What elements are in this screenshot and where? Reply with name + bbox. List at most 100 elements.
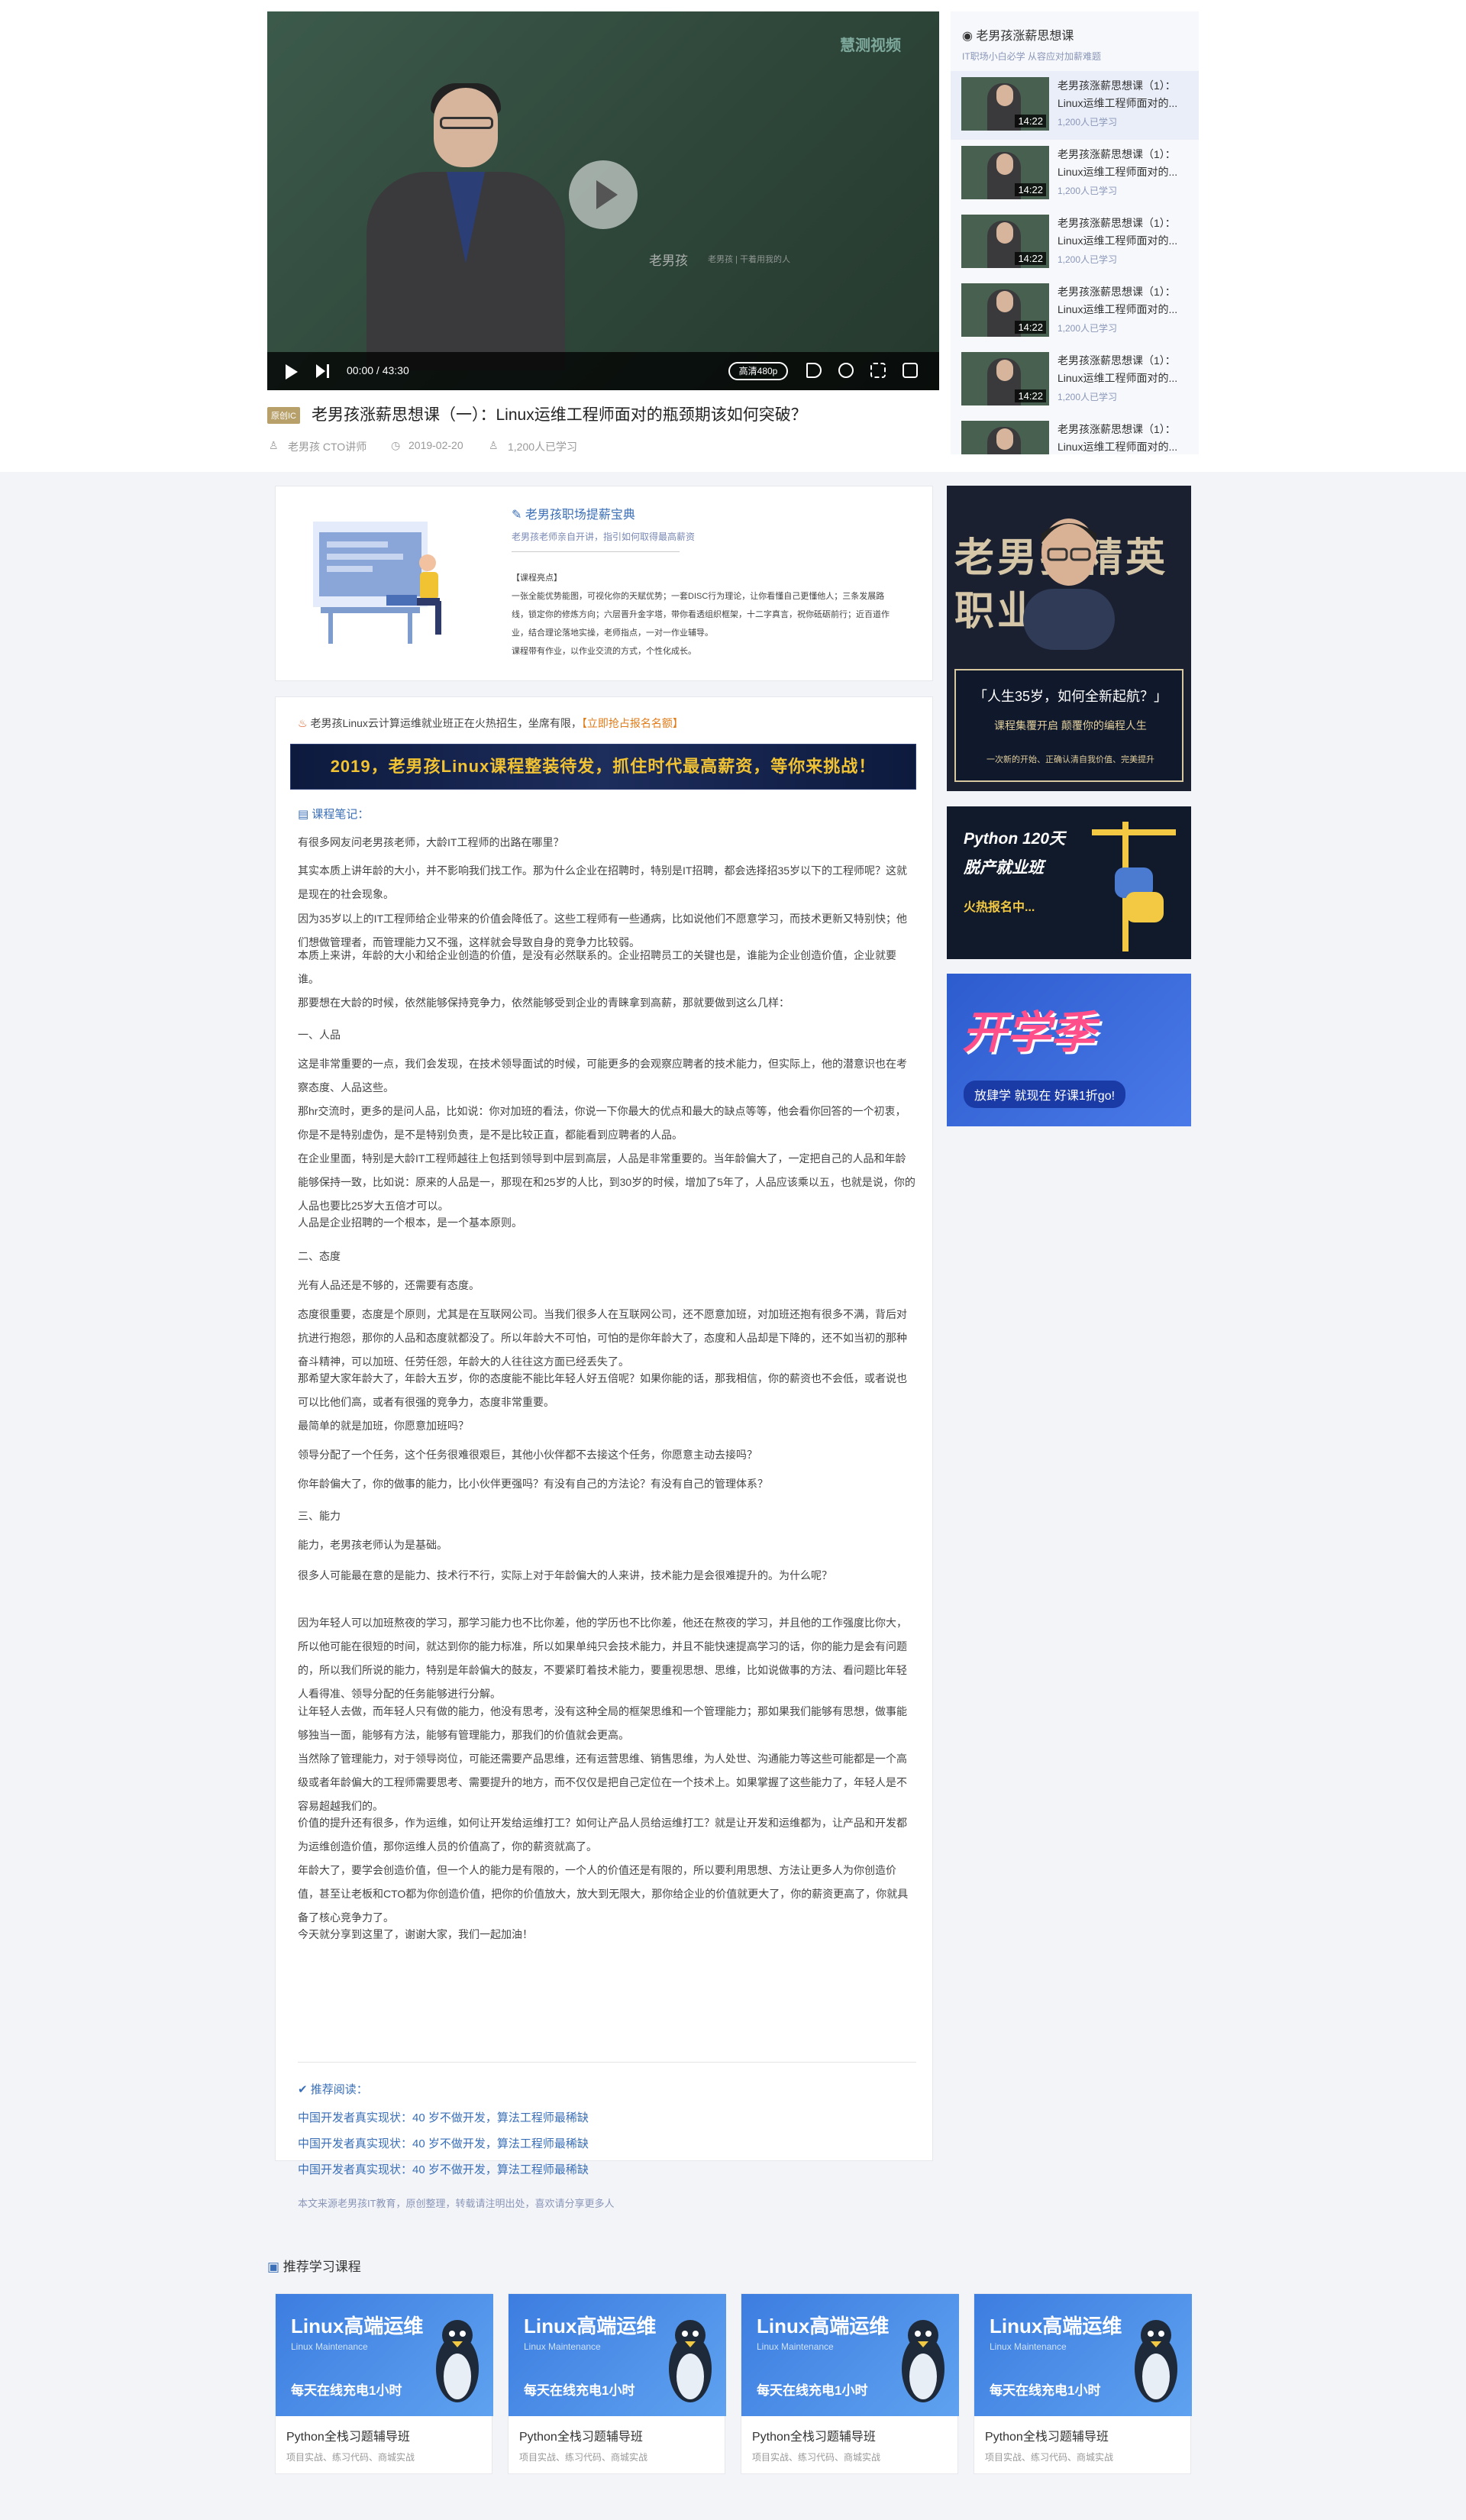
ad1-tagline: 一次新的开始、正确认清自我价值、完美提升 bbox=[986, 755, 1154, 764]
series-highlights: 【课程亮点】 一张全能优势能图，可视化你的天赋优势；一套DISC行为理论，让你看… bbox=[512, 569, 893, 661]
article-paragraph: 二、态度 bbox=[298, 1250, 341, 1262]
article-paragraph: 那希望大家年龄大了，年龄大五岁，你的态度能不能比年轻人好五倍呢？如果你能的话，那… bbox=[298, 1372, 907, 1408]
course-card[interactable]: Linux高端运维 Linux Maintenance 每天在线充电1小时 Pytho… bbox=[741, 2293, 959, 2474]
ad-school-season[interactable]: 开学季 放肆学 就现在 好课1折go! bbox=[947, 974, 1191, 1126]
author-name[interactable]: 老男孩 CTO讲师 bbox=[288, 439, 366, 454]
playlist-item-count: 1,200人已学习 bbox=[1058, 392, 1118, 402]
monitor-icon: ▣ bbox=[267, 2260, 280, 2274]
article-paragraph: 本质上来讲，年龄的大小和给企业创造的价值，是没有必然联系的。企业招聘员工的关键也… bbox=[298, 949, 896, 985]
playlist-item-count: 1,200人已学习 bbox=[1058, 254, 1118, 265]
article-paragraph: 很多人可能最在意的是能力、技术行不行，实际上对于年龄偏大的人来讲，技术能力是会很… bbox=[298, 1569, 832, 1581]
workspace-illustration bbox=[313, 522, 441, 644]
playlist-item-count: 1,200人已学习 bbox=[1058, 117, 1118, 128]
playlist-subtitle: IT职场小白必学 从容应对加薪难题 bbox=[962, 51, 1101, 62]
playlist-item-title: 老男孩涨薪思想课（1）：Linux运维工程师面对的... bbox=[1058, 79, 1178, 109]
article-divider bbox=[298, 2062, 916, 2063]
presenter-image bbox=[366, 65, 565, 370]
course-card[interactable]: Linux高端运维 Linux Maintenance 每天在线充电1小时 Pytho… bbox=[275, 2293, 493, 2474]
recommended-title: ▣ 推荐学习课程 bbox=[267, 2260, 361, 2274]
playlist-thumbnail: 14:22 bbox=[961, 283, 1049, 337]
playlist: ◉ 老男孩涨薪思想课 IT职场小白必学 从容应对加薪难题 14:22 老男孩涨薪思… bbox=[951, 11, 1199, 454]
article-paragraph: 价值的提升还有很多，作为运维，如何让开发给运维打工？如何让产品人员给运维打工？就… bbox=[298, 1817, 907, 1853]
article-paragraph: 人品是企业招聘的一个根本，是一个基本原则。 bbox=[298, 1216, 522, 1229]
playlist-item-title: 老男孩涨薪思想课（1）：Linux运维工程师面对的... bbox=[1058, 354, 1178, 384]
article-paragraph: 态度很重要，态度是个原则，尤其是在互联网公司。当我们很多人在互联网公司，还不愿意… bbox=[298, 1308, 907, 1368]
playlist-item[interactable]: 14:22 老男孩涨薪思想课（1）：Linux运维工程师面对的... 1,200人已… bbox=[951, 277, 1199, 346]
quality-button[interactable]: 高清480p bbox=[728, 362, 788, 380]
playlist-item[interactable]: 14:22 老男孩涨薪思想课（1）：Linux运维工程师面对的... 1,200人已… bbox=[951, 71, 1199, 140]
playlist-item[interactable]: 14:22 老男孩涨薪思想课（1）：Linux运维工程师面对的... 1,200人已… bbox=[951, 140, 1199, 208]
course-banner: Linux高端运维 Linux Maintenance 每天在线充电1小时 bbox=[974, 2294, 1192, 2416]
video-time: 00:00 / 43:30 bbox=[347, 364, 409, 376]
article-paragraph: 能力，老男孩老师认为是基础。 bbox=[298, 1539, 447, 1551]
user-icon: ♙ bbox=[269, 439, 279, 451]
playlist-thumbnail: 14:22 bbox=[961, 146, 1049, 199]
penguin-icon bbox=[436, 2320, 479, 2402]
ad3-heading: 开学季 bbox=[962, 1008, 1096, 1058]
playlist-title: ◉ 老男孩涨薪思想课 bbox=[962, 30, 1074, 43]
ad3-subline: 放肆学 就现在 好课1折go! bbox=[964, 1081, 1126, 1108]
article-paragraph: 那要想在大龄的时候，依然能够保持竞争力，依然能够受到企业的青睐拿到高薪，那就要做… bbox=[298, 997, 790, 1009]
ad-career-course[interactable]: 老男孩精英职业课 「人生35岁，如何全新起航？」 课程集覆开启 颠覆你的编程人生… bbox=[947, 486, 1191, 791]
course-desc: 项目实战、练习代码、商城实战 bbox=[752, 2452, 881, 2463]
ad1-subline: 课程集覆开启 颠覆你的编程人生 bbox=[994, 719, 1147, 732]
promo-banner[interactable]: 2019，老男孩Linux课程整装待发，抓住时代最高薪资，等你来挑战！ bbox=[290, 744, 916, 790]
source-note: 本文来源老男孩IT教育，原创整理，转载请注明出处，喜欢请分享更多人 bbox=[298, 2198, 615, 2209]
penguin-icon bbox=[669, 2320, 712, 2402]
ad-python-bootcamp[interactable]: Python 120天 脱产就业班 火热报名中... bbox=[947, 806, 1191, 959]
playlist-item-count: 1,200人已学习 bbox=[1058, 186, 1118, 196]
penguin-icon bbox=[902, 2320, 945, 2402]
playlist-item[interactable]: 14:22老男孩涨薪思想课（1）：Linux运维工程师面对的...1,200人已… bbox=[951, 415, 1199, 454]
playlist-item-title: 老男孩涨薪思想课（1）：Linux运维工程师面对的... bbox=[1058, 217, 1178, 247]
playlist-item-count: 1,200人已学习 bbox=[1058, 323, 1118, 334]
play-icon[interactable] bbox=[286, 364, 298, 380]
fire-icon: ♨ bbox=[298, 717, 308, 729]
duration-badge: 14:22 bbox=[1015, 252, 1046, 265]
course-name: Python全栈习题辅导班 bbox=[752, 2431, 876, 2444]
article-paragraph: 其实本质上讲年龄的大小，并不影响我们找工作。那为什么企业在招聘时，特别是IT招聘… bbox=[298, 864, 908, 900]
learner-count: 1,200人已学习 bbox=[508, 441, 578, 453]
recommend-link-1[interactable]: 中国开发者真实现状：40 岁不做开发，算法工程师最稀缺 bbox=[298, 2109, 589, 2125]
course-name: Python全栈习题辅导班 bbox=[286, 2431, 410, 2444]
enroll-link[interactable]: 【立即抢占报名名额】 bbox=[582, 717, 683, 729]
recommend-link-2[interactable]: 中国开发者真实现状：40 岁不做开发，算法工程师最稀缺 bbox=[298, 2135, 589, 2151]
duration-badge: 14:22 bbox=[1015, 321, 1046, 334]
series-title[interactable]: ✎ 老男孩职场提薪宝典 bbox=[512, 504, 635, 522]
playlist-item-title: 老男孩涨薪思想课（1）：Linux运维工程师面对的... bbox=[1058, 148, 1178, 178]
article-paragraph: 三、能力 bbox=[298, 1510, 341, 1522]
big-play-icon[interactable] bbox=[569, 160, 638, 229]
original-tag: 原创IC bbox=[267, 407, 300, 424]
people-icon: ♙ bbox=[489, 439, 499, 451]
article-paragraph: 当然除了管理能力，对于领导岗位，可能还需要产品思维，还有运营思维、销售思维，为人… bbox=[298, 1753, 907, 1812]
course-name: Python全栈习题辅导班 bbox=[985, 2431, 1109, 2444]
course-card[interactable]: Linux高端运维 Linux Maintenance 每天在线充电1小时 Pytho… bbox=[508, 2293, 726, 2474]
article-paragraph: 你年龄偏大了，你的做事的能力，比小伙伴更强吗？有没有自己的方法论？有没有自己的管… bbox=[298, 1478, 768, 1490]
video-player[interactable]: 慧测视频 老男孩 老男孩 | 干着用我的人 00:00 / 43:30 高清48… bbox=[267, 11, 939, 390]
course-card[interactable]: Linux高端运维 Linux Maintenance 每天在线充电1小时 Pytho… bbox=[974, 2293, 1192, 2474]
recommend-link-3[interactable]: 中国开发者真实现状：40 岁不做开发，算法工程师最稀缺 bbox=[298, 2161, 589, 2177]
highlight-label: 【课程亮点】 bbox=[512, 573, 562, 583]
playlist-item-title: 老男孩涨薪思想课（1）：Linux运维工程师面对的... bbox=[1058, 286, 1178, 315]
next-icon[interactable] bbox=[316, 364, 325, 378]
article-paragraph: 最简单的就是加班，你愿意加班吗？ bbox=[298, 1420, 469, 1432]
course-banner: Linux高端运维 Linux Maintenance 每天在线充电1小时 bbox=[741, 2294, 959, 2416]
course-desc: 项目实战、练习代码、商城实战 bbox=[519, 2452, 648, 2463]
publish-date: 2019-02-20 bbox=[408, 439, 463, 451]
page-title: 老男孩涨薪思想课（一）：Linux运维工程师面对的瓶颈期该如何突破？ bbox=[312, 406, 807, 424]
volume-icon[interactable] bbox=[806, 363, 822, 378]
article-paragraph: 这是非常重要的一点，我们会发现，在技术领导面试的时候，可能更多的会观察应聘者的技… bbox=[298, 1058, 907, 1094]
duration-badge: 14:22 bbox=[1015, 115, 1046, 128]
settings-icon[interactable] bbox=[838, 363, 854, 378]
article-paragraph: 因为年轻人可以加班熬夜的学习，那学习能力也不比你差，他的学历也不比你差，他还在熬… bbox=[298, 1617, 907, 1700]
article-paragraph: 有很多网友问老男孩老师，大龄IT工程师的出路在哪里？ bbox=[298, 836, 564, 848]
playlist-item[interactable]: 14:22 老男孩涨薪思想课（1）：Linux运维工程师面对的... 1,200人已… bbox=[951, 208, 1199, 277]
article-paragraph: 光有人品还是不够的，还需要有态度。 bbox=[298, 1279, 480, 1291]
playlist-item[interactable]: 14:22老男孩涨薪思想课（1）：Linux运维工程师面对的...1,200人已… bbox=[951, 346, 1199, 415]
fullscreen-icon[interactable] bbox=[903, 363, 918, 378]
notes-label: ▤ 课程笔记： bbox=[298, 808, 370, 821]
playlist-thumbnail: 14:22 bbox=[961, 421, 1049, 454]
pip-icon[interactable] bbox=[870, 363, 886, 378]
clock-icon: ◷ bbox=[391, 439, 401, 451]
playlist-thumbnail: 14:22 bbox=[961, 77, 1049, 131]
recommend-label: ✔ 推荐阅读： bbox=[298, 2083, 368, 2096]
